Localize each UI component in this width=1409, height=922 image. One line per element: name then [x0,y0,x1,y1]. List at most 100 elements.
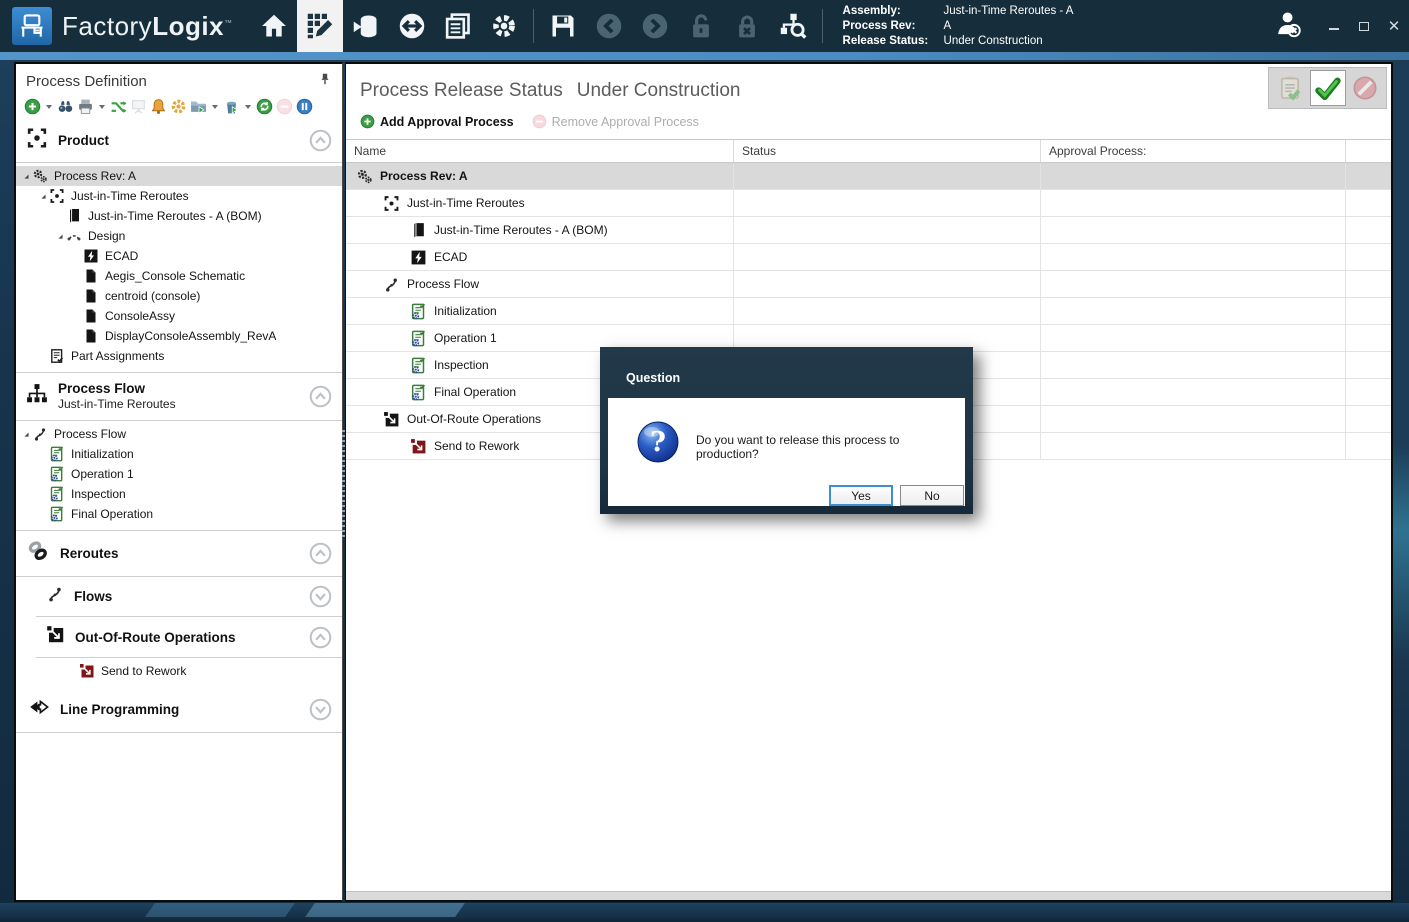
rework-icon [410,438,427,455]
nav-materials-icon[interactable] [343,0,389,52]
ecad-icon [83,248,99,264]
collapse-down-icon[interactable] [309,698,332,721]
folder-export-icon[interactable] [190,98,207,115]
nav-documents-icon[interactable] [435,0,481,52]
column-header-name[interactable]: Name [346,140,734,162]
approve-release-icon[interactable] [1310,70,1346,106]
approval-actions: Add Approval ProcessRemove Approval Proc… [346,102,1391,137]
section-line-programming[interactable]: Line Programming [16,687,342,733]
add-circle-icon [360,114,375,129]
expander-icon[interactable] [20,171,32,182]
expander-icon[interactable] [20,429,32,440]
cell-empty [1346,217,1391,243]
section-reroutes[interactable]: Reroutes [16,531,342,577]
nav-lock-icon[interactable] [724,0,770,52]
app-title: FactoryLogix™ [62,11,233,42]
nav-unlock-icon[interactable] [678,0,724,52]
tree-item[interactable]: Final Operation [16,504,342,524]
tree-item[interactable]: centroid (console) [16,286,342,306]
column-header-approval[interactable]: Approval Process: [1041,140,1346,162]
nav-process-search-icon[interactable] [770,0,816,52]
row-label: Just-in-Time Reroutes - A (BOM) [434,223,608,237]
collapse-down-icon[interactable] [309,585,332,608]
operation-icon [49,466,65,482]
section-label: Reroutes [60,546,309,561]
table-row[interactable]: Initialization [346,298,1391,325]
close-button[interactable]: ✕ [1379,13,1409,39]
find-icon[interactable] [57,98,74,115]
nav-back-icon[interactable] [586,0,632,52]
dropdown-caret-icon[interactable] [212,105,218,109]
nav-forward-icon[interactable] [632,0,678,52]
tree-item[interactable]: ConsoleAssy [16,306,342,326]
refresh-icon[interactable] [256,98,273,115]
table-row[interactable]: Process Flow [346,271,1391,298]
yes-button[interactable]: Yes [829,485,893,506]
column-header-status[interactable]: Status [734,140,1041,162]
pause-icon[interactable] [296,98,313,115]
tree-item[interactable]: Process Flow [16,424,342,444]
tree-item[interactable]: Operation 1 [16,464,342,484]
collapse-up-icon[interactable] [309,129,332,152]
maximize-button[interactable] [1349,13,1379,39]
tree-item[interactable]: ECAD [16,246,342,266]
tree-item[interactable]: Just-in-Time Reroutes - A (BOM) [16,206,342,226]
table-row[interactable]: ECAD [346,244,1391,271]
nav-settings-icon[interactable] [481,0,527,52]
section-label: Out-Of-Route Operations [75,630,309,645]
org-chart-icon [26,383,48,410]
section-flows[interactable]: Flows [36,577,342,617]
tree-item[interactable]: Initialization [16,444,342,464]
nav-save-icon[interactable] [540,0,586,52]
collapse-up-icon[interactable] [309,542,332,565]
collapse-up-icon[interactable] [309,626,332,649]
assembly-info-value: A [944,19,1074,34]
tree-item[interactable]: Design [16,226,342,246]
nav-home-icon[interactable] [251,0,297,52]
nav-process-editor-icon[interactable] [297,0,343,52]
horizontal-scrollbar[interactable] [346,891,1391,900]
user-logout-icon[interactable] [1273,8,1305,45]
dropdown-caret-icon[interactable] [46,105,52,109]
add-approval-process-button[interactable]: Add Approval Process [360,114,514,129]
section-out-of-route[interactable]: Out-Of-Route Operations [36,617,342,658]
dropdown-caret-icon[interactable] [99,105,105,109]
section-process-flow[interactable]: Process Flow Just-in-Time Reroutes [16,373,342,421]
nav-sync-icon[interactable] [389,0,435,52]
page-title: Process Release StatusUnder Construction [346,64,1391,102]
cell-approval [1041,163,1346,189]
add-icon[interactable] [24,98,41,115]
titlebar: FactoryLogix™ Assembly:Just-in-Time Rero… [0,0,1409,52]
window-frame-bottom [0,903,1409,922]
pin-icon[interactable] [318,72,332,91]
expander-icon[interactable] [54,231,66,242]
bin-export-icon[interactable] [223,98,240,115]
dropdown-caret-icon[interactable] [245,105,251,109]
collapse-up-icon[interactable] [309,385,332,408]
tree-item[interactable]: Part Assignments [16,346,342,366]
svg-text:?: ? [650,427,666,458]
tree-item[interactable]: Send to Rework [46,661,342,681]
operation-icon [410,384,427,401]
table-row[interactable]: Just-in-Time Reroutes - A (BOM) [346,217,1391,244]
remove-icon [276,98,293,115]
section-product[interactable]: Product [16,119,342,163]
print-icon[interactable] [77,98,94,115]
tree-item[interactable]: DisplayConsoleAssembly_RevA [16,326,342,346]
flow-icon [46,585,64,608]
gear-gold-icon[interactable] [170,98,187,115]
tree-item[interactable]: Inspection [16,484,342,504]
sync-green-icon[interactable] [110,98,127,115]
minimize-button[interactable] [1319,13,1349,39]
bell-icon[interactable] [150,98,167,115]
tree-item[interactable]: Aegis_Console Schematic [16,266,342,286]
expander-icon[interactable] [37,191,49,202]
no-button[interactable]: No [900,485,964,506]
gears-icon [32,168,48,184]
table-row[interactable]: Process Rev: A [346,163,1391,190]
table-row[interactable]: Just-in-Time Reroutes [346,190,1391,217]
tree-item[interactable]: Process Rev: A [16,166,342,186]
cell-name: ECAD [346,244,734,270]
tree-item-label: Initialization [71,447,134,461]
tree-item[interactable]: Just-in-Time Reroutes [16,186,342,206]
